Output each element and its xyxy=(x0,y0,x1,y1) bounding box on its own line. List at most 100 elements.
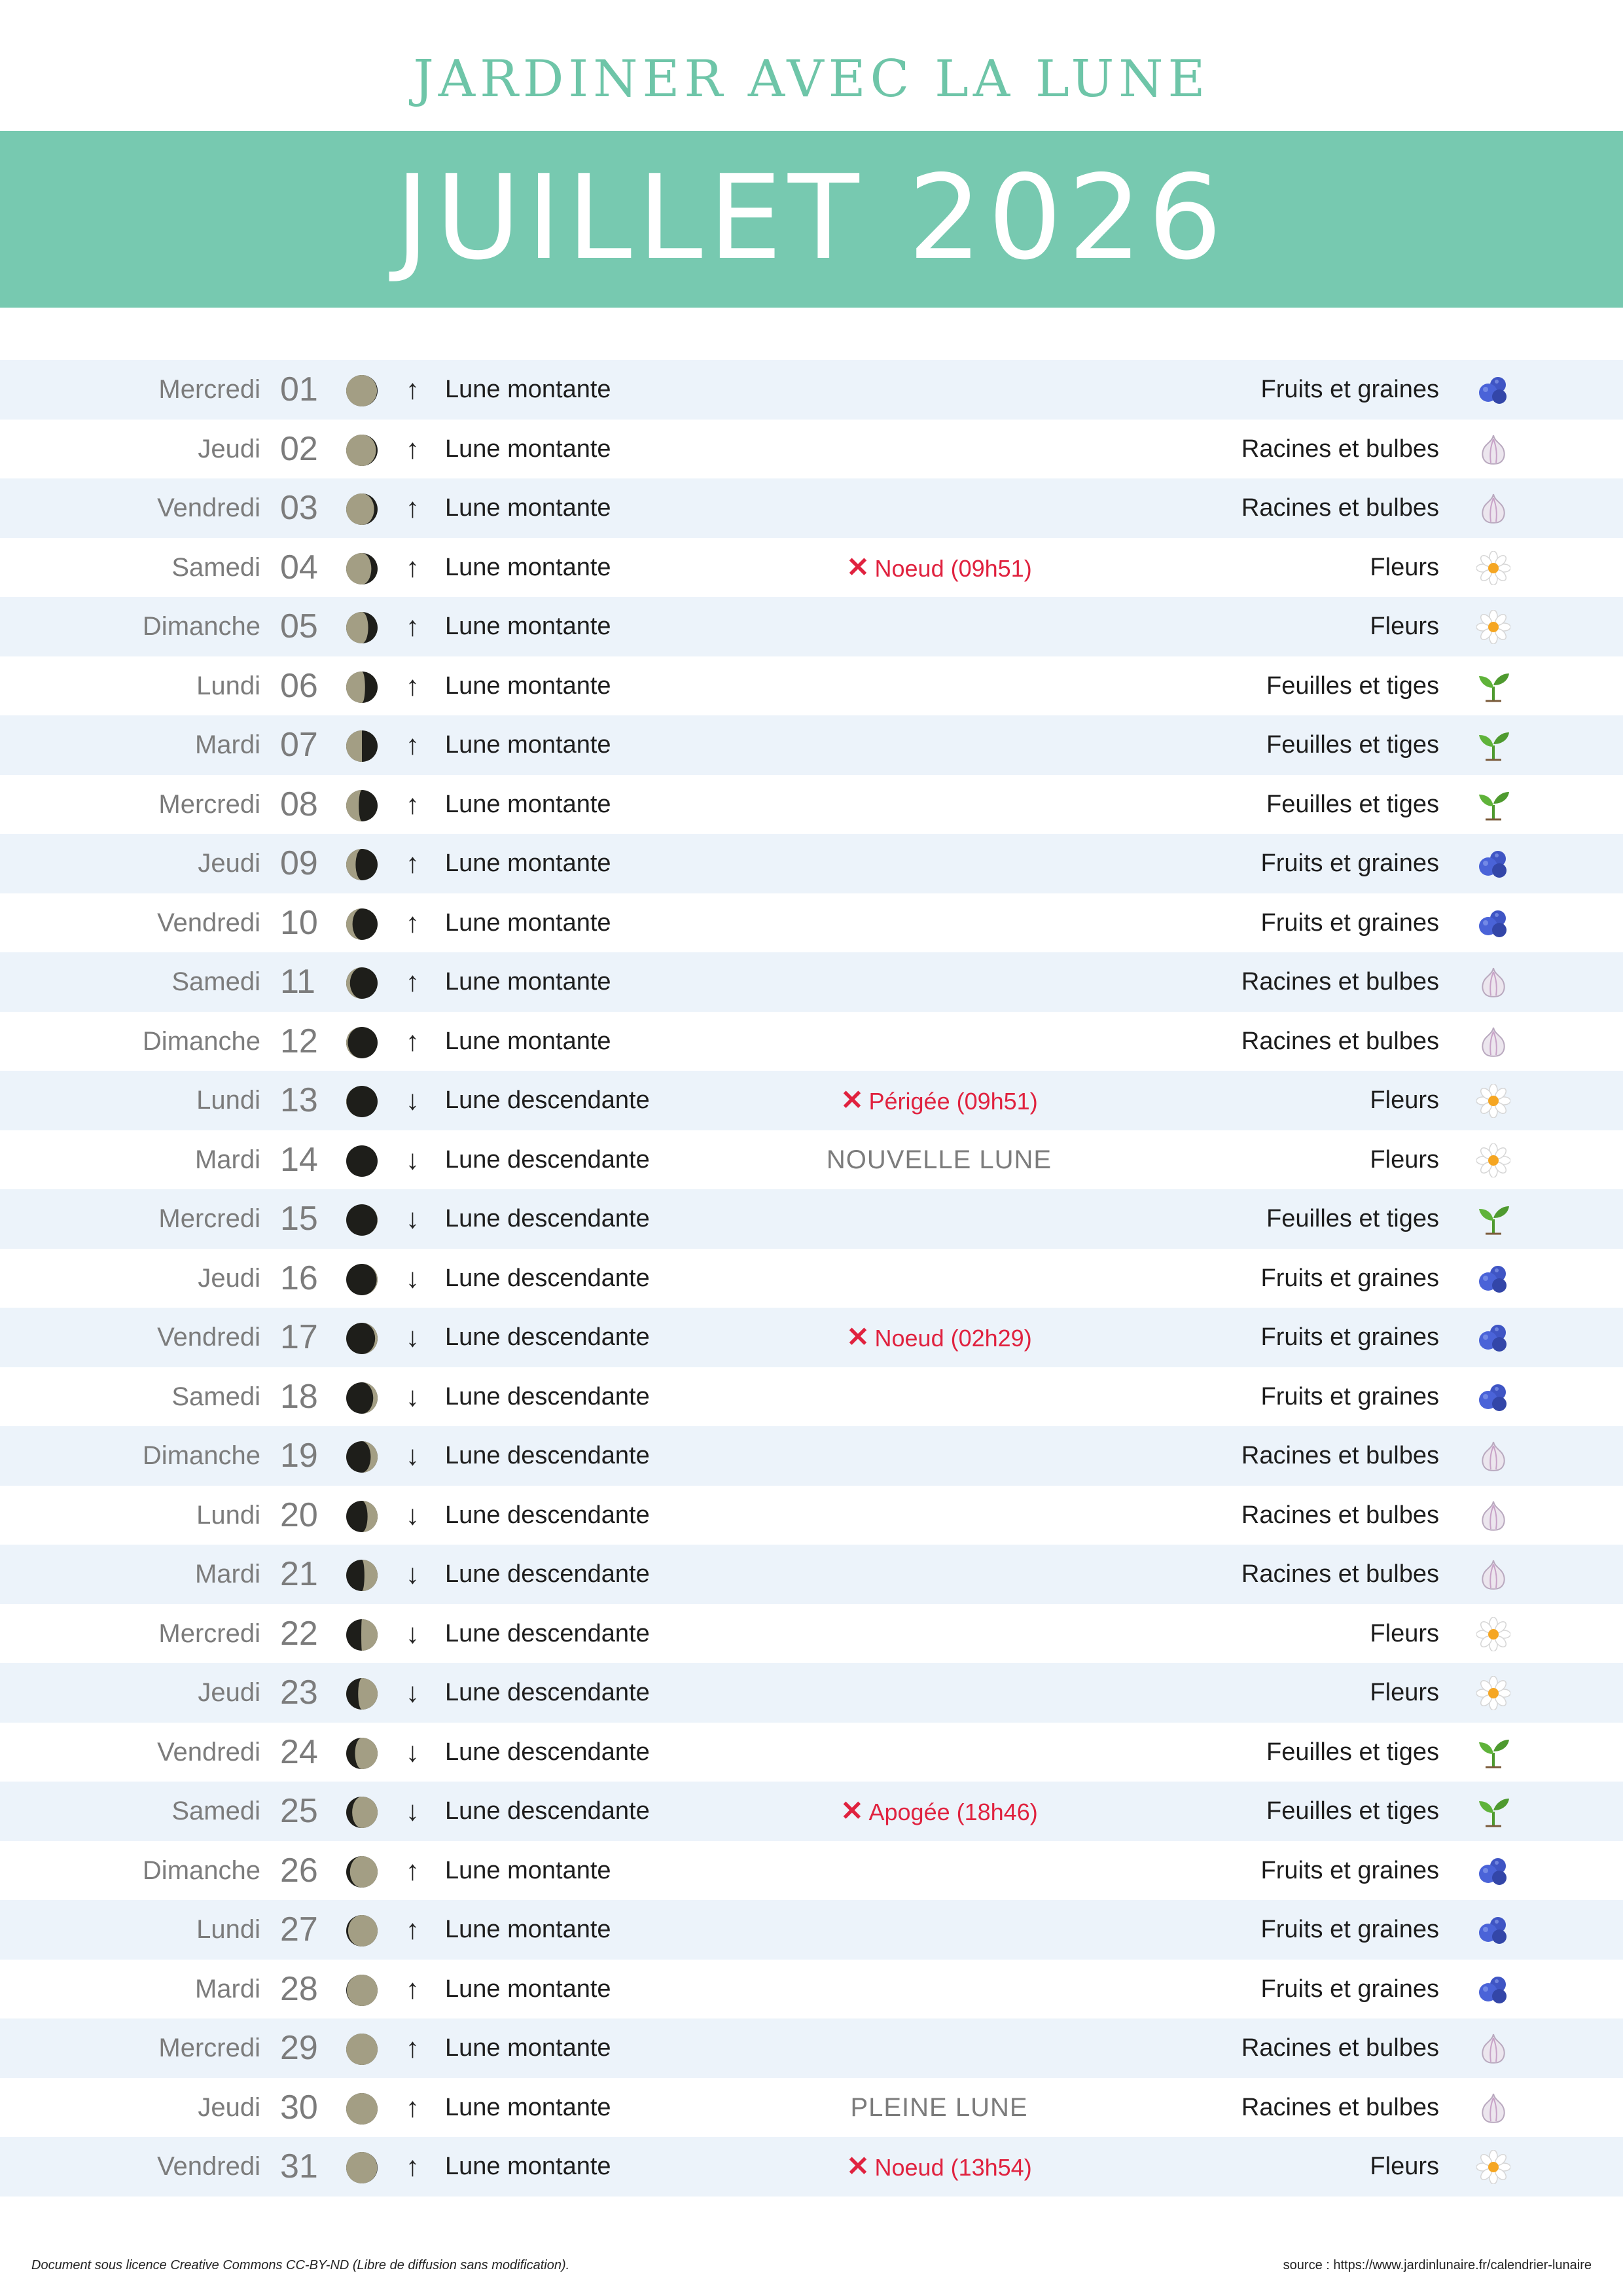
weekday: Samedi xyxy=(171,552,260,582)
day-row: Jeudi 23 ↓ Lune descendante Fleurs xyxy=(0,1663,1623,1723)
moon-phase xyxy=(346,1441,378,1473)
moon-phase xyxy=(346,1263,378,1295)
daisy-icon xyxy=(1476,609,1511,645)
day-row: Mercredi 15 ↓ Lune descendante Feuilles et t… xyxy=(0,1189,1623,1249)
weekday: Jeudi xyxy=(198,434,260,463)
arrow-down-icon: ↓ xyxy=(406,1321,419,1352)
garlic-icon xyxy=(1476,1499,1510,1533)
day-row: Mercredi 08 ↑ Lune montante Feuilles et tige… xyxy=(0,775,1623,834)
seedling-icon xyxy=(1476,788,1510,822)
day-number: 30 xyxy=(280,2088,318,2126)
weekday: Samedi xyxy=(171,1382,260,1411)
day-row: Samedi 11 ↑ Lune montante Racines et bulbes xyxy=(0,952,1623,1012)
moon-phase xyxy=(346,1204,378,1236)
event-label: Noeud (02h29) xyxy=(874,1325,1032,1352)
blueberries-icon xyxy=(1476,906,1510,941)
weekday: Vendredi xyxy=(157,1323,260,1352)
garden-category: Feuilles et tiges xyxy=(1266,1205,1439,1232)
day-row: Lundi 06 ↑ Lune montante Feuilles et tiges xyxy=(0,656,1623,716)
weekday: Mercredi xyxy=(158,1204,260,1233)
arrow-down-icon: ↓ xyxy=(406,1736,419,1767)
moon-phase xyxy=(346,2152,378,2183)
moon-phase-icon xyxy=(346,612,378,643)
seedling-icon xyxy=(1476,1736,1510,1770)
day-number: 07 xyxy=(280,726,318,764)
moon-phase xyxy=(346,1737,378,1769)
blueberries-icon xyxy=(1476,1854,1510,1888)
garden-category: Fleurs xyxy=(1370,1679,1439,1706)
moon-phase xyxy=(346,1797,378,1828)
day-number: 01 xyxy=(280,370,318,408)
moon-trend: Lune montante xyxy=(445,850,611,877)
moon-phase-icon xyxy=(346,730,378,762)
day-number: 29 xyxy=(280,2029,318,2067)
moon-trend: Lune montante xyxy=(445,968,611,996)
moon-phase-icon xyxy=(346,908,378,940)
weekday: Jeudi xyxy=(198,1263,260,1293)
day-row: Jeudi 30 ↑ Lune montante PLEINE LUNE Racines … xyxy=(0,2078,1623,2138)
moon-trend: Lune montante xyxy=(445,2034,611,2062)
day-row: Lundi 27 ↑ Lune montante Fruits et graines xyxy=(0,1900,1623,1960)
moon-phase xyxy=(346,671,378,703)
day-number: 03 xyxy=(280,489,318,527)
weekday: Mercredi xyxy=(158,1619,260,1648)
day-row: Jeudi 16 ↓ Lune descendante Fruits et graine… xyxy=(0,1249,1623,1308)
blueberries-icon xyxy=(1476,847,1510,881)
weekday: Dimanche xyxy=(142,612,260,641)
arrow-up-icon: ↑ xyxy=(406,492,419,523)
weekday: Vendredi xyxy=(157,1737,260,1767)
moon-phase-icon xyxy=(346,1500,378,1532)
blueberries-icon xyxy=(1476,1913,1510,1947)
day-row: Lundi 13 ↓ Lune descendante ✕ Périgée (09h51)… xyxy=(0,1071,1623,1130)
cross-icon: ✕ xyxy=(846,551,870,583)
moon-phase-icon xyxy=(346,1915,378,1946)
source-link[interactable]: source : https://www.jardinlunaire.fr/ca… xyxy=(1283,2258,1592,2273)
moon-phase xyxy=(346,552,378,584)
garden-category: Feuilles et tiges xyxy=(1266,1738,1439,1766)
moon-phase-icon xyxy=(346,1323,378,1354)
garlic-icon xyxy=(1476,1439,1510,1473)
weekday: Mardi xyxy=(194,1560,260,1588)
day-row: Samedi 18 ↓ Lune descendante Fruits et grain… xyxy=(0,1367,1623,1427)
moon-trend: Lune montante xyxy=(445,1975,611,2003)
day-row: Mardi 14 ↓ Lune descendante NOUVELLE LUNE Fle… xyxy=(0,1130,1623,1190)
moon-phase xyxy=(346,849,378,880)
garden-category: Fleurs xyxy=(1370,2153,1439,2180)
blueberries-icon xyxy=(1476,1973,1510,2007)
day-number: 21 xyxy=(280,1555,318,1593)
moon-phase xyxy=(346,1026,378,1058)
weekday: Mardi xyxy=(194,730,260,759)
moon-phase-icon xyxy=(346,2034,378,2065)
moon-phase-icon xyxy=(346,1560,378,1591)
garden-category: Racines et bulbes xyxy=(1241,1442,1439,1469)
blueberries-icon xyxy=(1476,373,1510,407)
garlic-icon xyxy=(1476,2032,1510,2066)
moon-phase xyxy=(346,493,378,525)
moon-phase-icon xyxy=(346,849,378,880)
moon-trend: Lune montante xyxy=(445,553,611,581)
day-number: 19 xyxy=(280,1437,318,1475)
moon-trend: Lune descendante xyxy=(445,1323,650,1351)
phase-text: NOUVELLE LUNE xyxy=(826,1145,1052,1174)
garden-category: Fruits et graines xyxy=(1260,1916,1439,1943)
day-number: 14 xyxy=(280,1140,318,1179)
moon-phase-icon xyxy=(346,1382,378,1414)
weekday: Dimanche xyxy=(142,1026,260,1056)
moon-phase-icon xyxy=(346,1737,378,1769)
moon-phase-icon xyxy=(346,1026,378,1058)
day-row: Jeudi 09 ↑ Lune montante Fruits et graines xyxy=(0,834,1623,893)
weekday: Vendredi xyxy=(157,493,260,522)
moon-trend: Lune descendante xyxy=(445,1679,650,1706)
moon-phase-icon xyxy=(346,1856,378,1888)
day-row: Vendredi 31 ↑ Lune montante ✕ Noeud (13h54) Fl… xyxy=(0,2137,1623,2197)
moon-phase xyxy=(346,1500,378,1532)
day-number: 20 xyxy=(280,1496,318,1534)
arrow-up-icon: ↑ xyxy=(406,374,419,404)
arrow-up-icon: ↑ xyxy=(406,551,419,583)
event-label: Périgée (09h51) xyxy=(868,1088,1038,1115)
moon-trend: Lune descendante xyxy=(445,1797,650,1825)
moon-phase-icon xyxy=(346,1441,378,1473)
moon-trend: Lune descendante xyxy=(445,1382,650,1410)
moon-trend: Lune montante xyxy=(445,1027,611,1055)
moon-trend: Lune montante xyxy=(445,494,611,522)
